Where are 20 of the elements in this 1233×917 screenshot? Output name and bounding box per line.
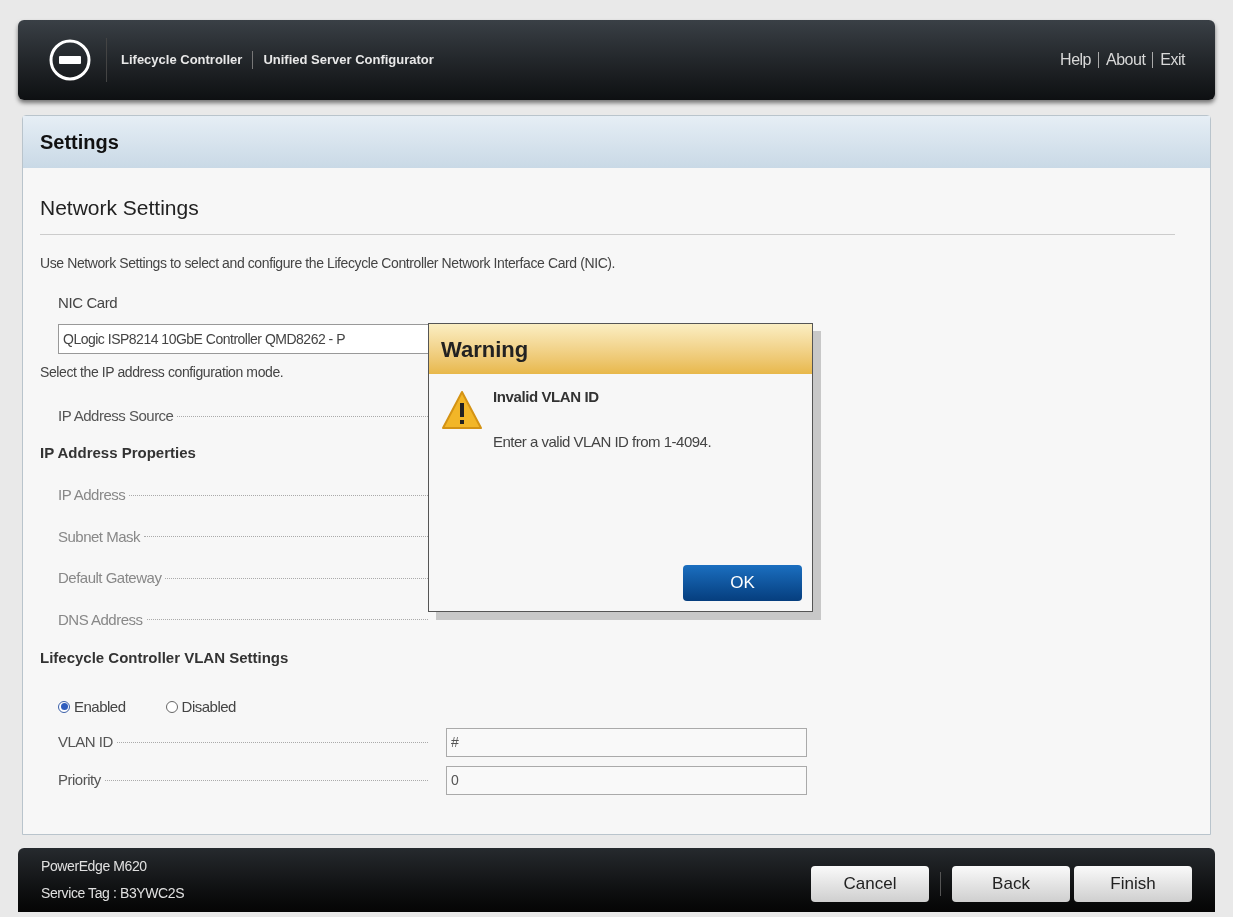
field-label: VLAN ID [58, 731, 428, 754]
field-label: Priority [58, 769, 428, 792]
field-label: Subnet Mask [58, 525, 428, 548]
dialog-heading: Invalid VLAN ID [493, 387, 600, 407]
field-label: IP Address Source [58, 405, 428, 428]
dialog-message: Enter a valid VLAN ID from 1-4094. [493, 431, 712, 452]
model-name: PowerEdge M620 [41, 857, 148, 876]
nic-card-label: NIC Card [58, 292, 118, 313]
field-label: DNS Address [58, 608, 428, 631]
field-label: IP Address [58, 484, 428, 507]
field-label: Default Gateway [58, 567, 428, 590]
page-title: Settings [40, 130, 119, 155]
app-subtitle: Unified Server Configurator [263, 51, 434, 70]
section-heading: IP Address Properties [40, 442, 196, 463]
service-tag: Service Tag : B3YWC2S [41, 883, 185, 904]
section-title: Network Settings [40, 196, 199, 219]
section-heading: Lifecycle Controller VLAN Settings [40, 648, 289, 668]
app-name: Lifecycle Controller [121, 51, 243, 70]
mode-hint-text: Select the IP address configuration mode. [40, 363, 284, 382]
description-text: Use Network Settings to select and configure the Lifecycle Controller Network Interface Card (NIC). [40, 253, 616, 273]
